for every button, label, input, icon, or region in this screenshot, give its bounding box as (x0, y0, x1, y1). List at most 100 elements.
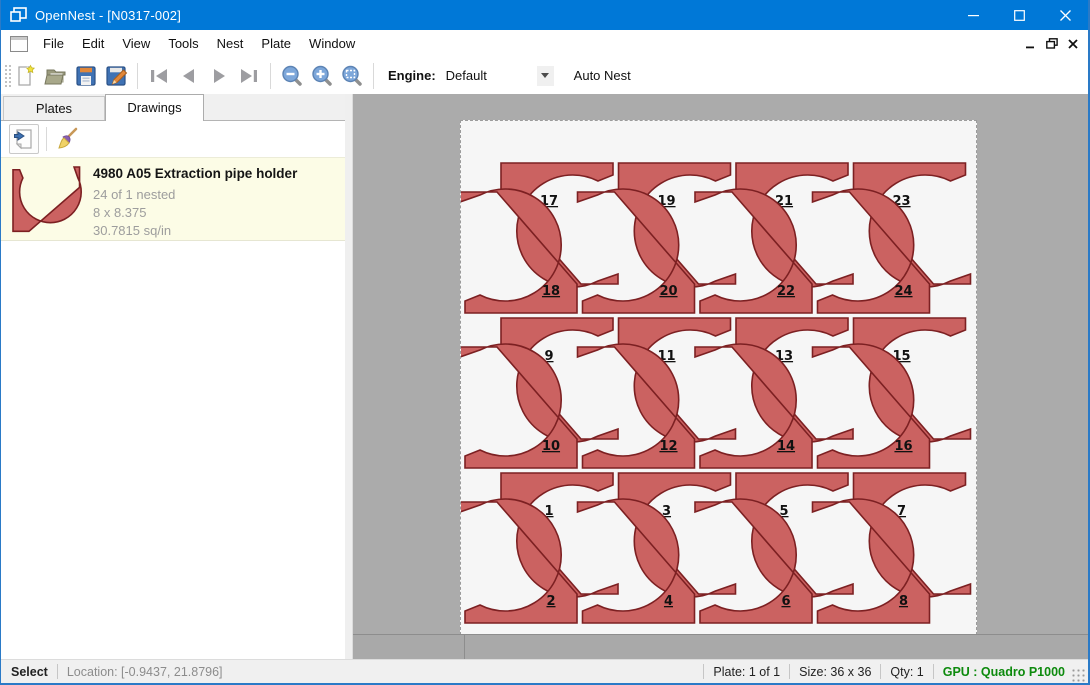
tab-strip: Plates Drawings (1, 94, 345, 121)
engine-value: Default (444, 68, 537, 83)
go-previous-button[interactable] (174, 61, 204, 91)
status-separator (57, 664, 58, 679)
menu-items: FileEditViewToolsNestPlateWindow (34, 30, 364, 57)
mdi-child-icon[interactable] (10, 36, 28, 52)
panel-splitter[interactable] (345, 94, 353, 660)
toolbar-separator (137, 63, 138, 89)
save-edit-icon (104, 64, 128, 88)
status-separator (933, 664, 934, 679)
mdi-restore-icon[interactable] (1046, 38, 1058, 49)
tab-plates[interactable]: Plates (3, 96, 105, 120)
auto-nest-button[interactable]: Auto Nest (568, 64, 637, 87)
drawing-list-item[interactable]: 4980 A05 Extraction pipe holder 24 of 1 … (1, 157, 345, 241)
part-label-14: 14 (777, 439, 795, 454)
engine-select[interactable]: Default (444, 65, 554, 87)
clear-drawings-button[interactable] (54, 125, 82, 153)
toolbar-separator (373, 63, 374, 89)
maximize-icon (1014, 10, 1025, 21)
toolbar-grip[interactable] (3, 63, 11, 89)
part-label-18: 18 (542, 284, 560, 299)
zoom-out-button[interactable] (277, 61, 307, 91)
tab-drawings[interactable]: Drawings (105, 94, 204, 121)
new-button[interactable] (11, 61, 41, 91)
zoom-fit-button[interactable] (337, 61, 367, 91)
opennest-window: OpenNest - [N0317-002] FileEditViewTools… (0, 0, 1090, 685)
save-button[interactable] (71, 61, 101, 91)
go-last-button[interactable] (234, 61, 264, 91)
zoom-in-icon (310, 64, 334, 88)
part-label-24: 24 (894, 284, 912, 299)
status-bar: Select Location: [-0.9437, 21.8796] Plat… (1, 659, 1088, 683)
drawings-toolbar (1, 121, 345, 157)
status-separator (703, 664, 704, 679)
part-6[interactable] (695, 499, 812, 623)
save-edit-button[interactable] (101, 61, 131, 91)
close-button[interactable] (1042, 0, 1088, 30)
menu-item-window[interactable]: Window (300, 30, 364, 57)
part-label-16: 16 (894, 439, 912, 454)
menu-item-nest[interactable]: Nest (208, 30, 253, 57)
zoom-in-button[interactable] (307, 61, 337, 91)
minimize-icon (968, 10, 979, 21)
part-label-2: 2 (546, 594, 555, 609)
mdi-close-icon[interactable] (1068, 39, 1078, 49)
open-button[interactable] (41, 61, 71, 91)
drawing-title: 4980 A05 Extraction pipe holder (93, 166, 297, 181)
resize-grip[interactable] (1071, 668, 1085, 682)
part-4[interactable] (578, 499, 695, 623)
menu-item-view[interactable]: View (113, 30, 159, 57)
part-label-12: 12 (659, 439, 677, 454)
zoom-out-icon (280, 64, 304, 88)
plate-count: Plate: 1 of 1 (713, 665, 780, 679)
plate: 171819202122232491011121314151612345678 (460, 120, 977, 635)
go-previous-icon (178, 67, 200, 85)
toolbar-separator (270, 63, 271, 89)
save-icon (74, 64, 98, 88)
drawing-area: 30.7815 sq/in (93, 222, 297, 240)
window-title: OpenNest - [N0317-002] (35, 8, 181, 23)
nest-canvas[interactable]: 171819202122232491011121314151612345678 (353, 94, 1088, 660)
zoom-fit-icon (340, 64, 364, 88)
part-thumbnail-shape (13, 167, 81, 231)
drawing-nested-count: 24 of 1 nested (93, 186, 297, 204)
menu-bar: FileEditViewToolsNestPlateWindow (1, 30, 1088, 57)
plate-svg: 171819202122232491011121314151612345678 (461, 121, 976, 634)
mdi-minimize-icon[interactable] (1026, 39, 1036, 49)
main-toolbar: Engine: Default Auto Nest (1, 57, 1088, 95)
app-icon (10, 7, 27, 23)
plate-size: Size: 36 x 36 (799, 665, 871, 679)
mode-indicator: Select (11, 665, 48, 679)
go-last-icon (238, 67, 260, 85)
go-first-button[interactable] (144, 61, 174, 91)
canvas-scrollbar[interactable] (353, 634, 1088, 660)
maximize-button[interactable] (996, 0, 1042, 30)
minimize-button[interactable] (950, 0, 996, 30)
clear-broom-icon (56, 127, 80, 151)
panel-toolbar-separator (46, 127, 47, 151)
engine-dropdown-button[interactable] (537, 66, 554, 86)
content-area: Plates Drawings (1, 94, 1088, 660)
menu-item-tools[interactable]: Tools (159, 30, 207, 57)
return-drawing-button[interactable] (9, 124, 39, 154)
part-label-22: 22 (777, 284, 795, 299)
part-label-8: 8 (899, 594, 908, 609)
left-panel: Plates Drawings (1, 94, 345, 660)
engine-label: Engine: (388, 68, 436, 83)
drawing-thumbnail (1, 158, 93, 240)
new-document-icon (14, 64, 38, 88)
menu-item-plate[interactable]: Plate (252, 30, 300, 57)
title-bar: OpenNest - [N0317-002] (1, 0, 1088, 30)
part-8[interactable] (813, 499, 930, 623)
close-icon (1060, 10, 1071, 21)
open-folder-icon (44, 64, 68, 88)
gpu-indicator: GPU : Quadro P1000 (943, 665, 1065, 679)
menu-item-edit[interactable]: Edit (73, 30, 113, 57)
part-2[interactable] (461, 499, 577, 623)
cursor-location: Location: [-0.9437, 21.8796] (67, 665, 223, 679)
status-separator (880, 664, 881, 679)
go-next-button[interactable] (204, 61, 234, 91)
menu-item-file[interactable]: File (34, 30, 73, 57)
part-label-10: 10 (542, 439, 560, 454)
return-drawing-icon (13, 128, 35, 150)
part-label-6: 6 (781, 594, 790, 609)
